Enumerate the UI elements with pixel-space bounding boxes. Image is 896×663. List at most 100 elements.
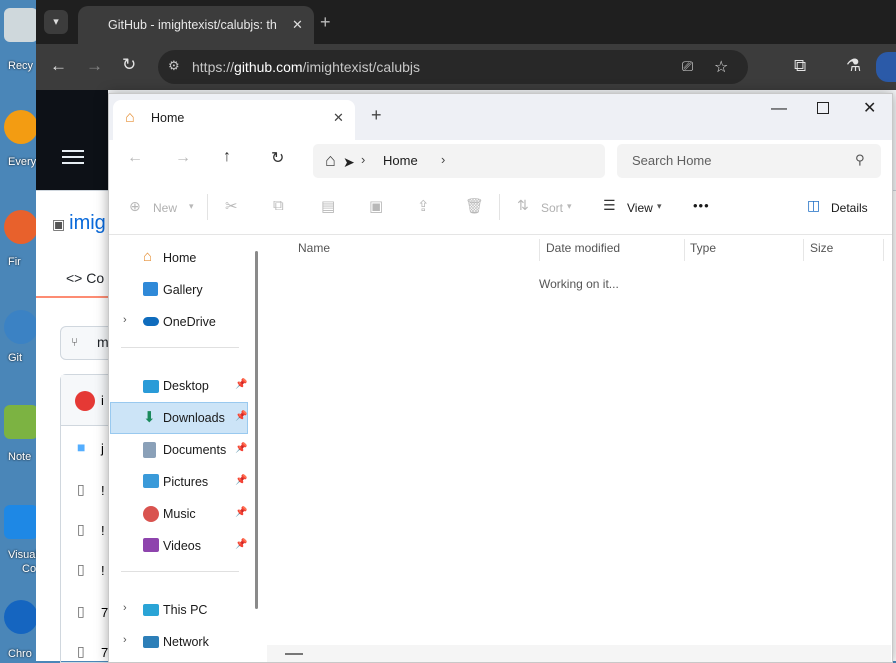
column-separator[interactable] <box>539 239 540 261</box>
repo-title[interactable]: ▣ imig <box>52 212 106 235</box>
minimize-button[interactable]: — <box>771 100 787 118</box>
chevron-right-icon[interactable]: › <box>361 152 365 167</box>
up-icon[interactable]: ↑ <box>223 148 231 166</box>
sidebar-item-this-pc[interactable]: › This PC <box>111 595 247 625</box>
browser-tab-github[interactable]: GitHub - imightexist/calubjs: th ✕ <box>78 6 314 44</box>
close-tab-icon[interactable]: ✕ <box>292 17 303 33</box>
search-icon[interactable]: ⚲ <box>855 152 865 168</box>
desktop: Recy Every Fir Git Note Visual Co Chro <box>0 0 40 661</box>
tab-search-button[interactable]: ▾ <box>44 10 68 34</box>
reload-icon[interactable]: ↻ <box>122 55 136 75</box>
details-button-label[interactable]: Details <box>831 201 868 215</box>
sidebar-item-videos[interactable]: Videos 📌 <box>111 531 247 561</box>
view-button-label[interactable]: View <box>627 201 653 215</box>
file-icon: ▯ <box>77 521 85 537</box>
breadcrumb-home[interactable]: Home <box>383 153 418 168</box>
new-tab-button[interactable]: + <box>320 12 331 33</box>
new-tab-button[interactable]: + <box>371 105 382 126</box>
explorer-tab-home[interactable]: ⌂ Home ✕ <box>113 100 355 140</box>
sidebar-item-home[interactable]: ⌂ Home <box>111 243 247 273</box>
sidebar-item-pictures[interactable]: Pictures 📌 <box>111 467 247 497</box>
address-bar[interactable]: ⌂ ➤ › Home › <box>313 144 605 178</box>
column-separator[interactable] <box>684 239 685 261</box>
pin-icon[interactable]: 📌 <box>235 507 247 518</box>
paste-icon[interactable]: ▤ <box>321 197 335 215</box>
sort-button-label[interactable]: Sort <box>541 201 563 215</box>
extensions-icon[interactable]: ⧉ <box>794 56 806 76</box>
horizontal-scrollbar[interactable] <box>267 645 891 662</box>
rename-icon[interactable]: ▣ <box>369 197 383 215</box>
column-header-date-modified[interactable]: Date modified <box>546 241 620 255</box>
desktop-icon-chrome[interactable]: Chro <box>0 600 40 660</box>
desktop-icon-firefox[interactable]: Fir <box>0 210 40 268</box>
copy-icon[interactable]: ⧉ <box>273 197 284 214</box>
sidebar-item-network[interactable]: › Network <box>111 627 247 657</box>
home-icon[interactable]: ⌂ <box>325 150 336 171</box>
file-icon: ▯ <box>77 481 85 497</box>
sidebar-item-label: Gallery <box>163 283 203 297</box>
scrollbar-thumb[interactable] <box>285 653 303 655</box>
labs-flask-icon[interactable]: ⚗ <box>846 56 861 76</box>
chevron-right-icon[interactable]: › <box>123 314 127 326</box>
refresh-icon[interactable]: ↻ <box>271 148 284 168</box>
forward-icon[interactable]: → <box>86 56 103 76</box>
column-header-name[interactable]: Name <box>298 241 330 255</box>
sidebar-item-gallery[interactable]: Gallery <box>111 275 247 305</box>
bookmark-star-icon[interactable]: ☆ <box>714 57 728 77</box>
maximize-button[interactable] <box>817 102 829 114</box>
sidebar-item-documents[interactable]: Documents 📌 <box>111 435 247 465</box>
delete-icon[interactable]: 🗑 <box>465 197 484 215</box>
chevron-right-icon[interactable]: › <box>123 634 127 646</box>
desktop-icon-recycle-bin[interactable]: Recy <box>0 8 40 72</box>
cut-icon[interactable]: ✂ <box>225 197 238 215</box>
sidebar-item-onedrive[interactable]: › OneDrive <box>111 307 247 337</box>
code-icon: <> <box>66 270 87 286</box>
back-icon[interactable]: ← <box>127 149 143 167</box>
sidebar-item-music[interactable]: Music 📌 <box>111 499 247 529</box>
more-options-button[interactable]: ••• <box>693 198 710 213</box>
desktop-icon-everything[interactable]: Every <box>0 110 40 168</box>
share-icon[interactable]: ⇪ <box>417 197 430 215</box>
file-name-fragment[interactable]: j <box>101 441 104 456</box>
site-settings-icon[interactable]: ⚙ <box>168 58 180 74</box>
file-name-fragment[interactable]: ! <box>101 563 105 578</box>
pin-icon[interactable]: 📌 <box>235 443 247 454</box>
back-icon[interactable]: ← <box>50 56 67 76</box>
plus-icon: + <box>320 12 331 32</box>
pin-icon[interactable]: 📌 <box>235 379 247 390</box>
avatar[interactable] <box>75 391 95 411</box>
sidebar-item-desktop[interactable]: Desktop 📌 <box>111 371 247 401</box>
file-name-fragment[interactable]: ! <box>101 483 105 498</box>
close-tab-icon[interactable]: ✕ <box>333 110 344 126</box>
pin-icon[interactable]: 📌 <box>235 539 247 550</box>
mouse-cursor-icon: ➤ <box>343 154 355 170</box>
chevron-right-icon[interactable]: › <box>123 602 127 614</box>
profile-avatar[interactable] <box>876 52 896 82</box>
desktop-icon-notepad[interactable]: Note <box>0 405 40 463</box>
column-separator[interactable] <box>803 239 804 261</box>
sidebar-scrollbar[interactable] <box>255 251 258 609</box>
code-tab[interactable]: <> Co <box>66 270 104 286</box>
new-button-label[interactable]: New <box>153 201 177 215</box>
pin-icon[interactable]: 📌 <box>235 411 247 422</box>
desktop-icon-label: Chro <box>8 648 32 660</box>
desktop-icon-vscode[interactable]: Visual Co <box>0 505 40 575</box>
address-bar[interactable]: ⚙ https://github.com/imightexist/calubjs… <box>158 50 748 84</box>
install-app-icon[interactable]: ⎚ <box>682 58 693 75</box>
forward-icon[interactable]: → <box>175 149 191 167</box>
pin-icon[interactable]: 📌 <box>235 475 247 486</box>
column-header-type[interactable]: Type <box>690 241 716 255</box>
sidebar-item-downloads[interactable]: ⬇ Downloads 📌 <box>110 402 248 434</box>
column-header-size[interactable]: Size <box>810 241 833 255</box>
sidebar-divider <box>121 347 239 348</box>
desktop-icon-git[interactable]: Git <box>0 310 40 364</box>
chevron-right-icon[interactable]: › <box>441 152 445 167</box>
close-window-button[interactable]: ✕ <box>863 98 876 118</box>
search-input[interactable]: Search Home ⚲ <box>617 144 881 178</box>
address-url: https://github.com/imightexist/calubjs <box>192 59 420 75</box>
file-name-fragment[interactable]: ! <box>101 523 105 538</box>
hamburger-menu-icon[interactable] <box>62 150 84 152</box>
browser-tab-strip: ▾ GitHub - imightexist/calubjs: th ✕ + <box>36 0 896 44</box>
column-separator[interactable] <box>883 239 884 261</box>
explorer-title-bar[interactable]: ⌂ Home ✕ + — ✕ <box>109 94 892 140</box>
